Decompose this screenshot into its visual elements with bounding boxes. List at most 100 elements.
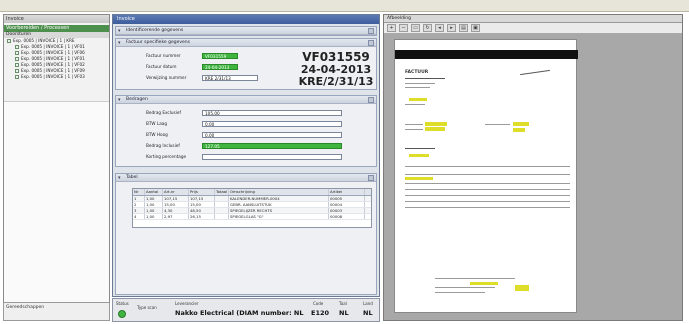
vat-high-input[interactable]: 0,00 [202, 131, 342, 138]
field-discount: Korting percentage [146, 153, 342, 160]
code-value: E120 [311, 309, 330, 317]
table-cell[interactable]: SPIEGELIJZER RECHTS [229, 208, 329, 213]
document-tree-panel: Invoice Voorbereiden / Processen Doorstu… [3, 14, 110, 314]
next-page-icon[interactable]: ▸ [447, 24, 456, 32]
section-close-icon[interactable] [368, 28, 374, 34]
table-cell[interactable]: 15,00 [189, 202, 215, 207]
table-cell[interactable]: 00008 [329, 214, 365, 219]
table-cell[interactable]: 15,00 [163, 202, 189, 207]
field-label: Bedrag Exclusief [146, 110, 181, 115]
table-cell[interactable] [215, 196, 229, 201]
table-cell[interactable]: 3 [133, 208, 145, 213]
table-cell[interactable]: 48,50 [189, 208, 215, 213]
table-body: 1 1,00 107,15 107,15 KALENDER-NUMMER-0004 000… [133, 196, 371, 220]
signature-scribble [520, 69, 550, 76]
table-row[interactable]: 4 1,00 2,97 26,15 SPIEGELGLAS "G" 00008 [133, 214, 371, 220]
table-column-header[interactable]: Aantal [145, 189, 163, 195]
discount-input[interactable] [202, 153, 342, 160]
zoom-out-icon[interactable]: − [399, 24, 408, 32]
amount-incl-input[interactable]: 127,05 [202, 142, 342, 149]
table-cell[interactable]: GEBR. AANSLUITSTUK [229, 202, 329, 207]
table-cell[interactable]: 1,00 [145, 196, 163, 201]
dialog-title: Invoice [113, 15, 379, 24]
supplier-label: Leverancier [175, 301, 199, 306]
country-value: NL [363, 309, 373, 317]
doc-line [405, 129, 423, 130]
section-identification-header[interactable]: Identificerende gegevens [116, 27, 376, 35]
table-cell[interactable]: 00005 [329, 196, 365, 201]
save-icon[interactable]: ▣ [471, 24, 480, 32]
table-cell[interactable]: 4,30 [163, 208, 189, 213]
fit-page-icon[interactable]: ▭ [411, 24, 420, 32]
vat-low-input[interactable]: 0,00 [202, 120, 342, 127]
doc-line [405, 166, 570, 167]
table-cell[interactable]: 00003 [329, 208, 365, 213]
field-invoice-date: Factuur datum 24-04-2013 [146, 63, 238, 70]
section-table-header[interactable]: Tabel [116, 174, 376, 182]
doc-line [435, 278, 515, 279]
print-icon[interactable]: ▤ [459, 24, 468, 32]
reference-number-input[interactable]: KRE 2/31/13 [202, 74, 258, 81]
table-cell[interactable]: 2 [133, 202, 145, 207]
section-close-icon[interactable] [368, 97, 374, 103]
section-invoice-header[interactable]: Factuur specifieke gegevens [116, 39, 376, 47]
previous-page-icon[interactable]: ◂ [435, 24, 444, 32]
table-cell[interactable]: SPIEGELGLAS "G" [229, 214, 329, 219]
table-cell[interactable]: 1 [133, 196, 145, 201]
tree-item[interactable]: Exp. 0005 | INVOICE | 1 | VF03 [4, 74, 109, 80]
table-column-header[interactable]: Totaal [215, 189, 229, 195]
image-preview-panel: Afbeelding + − ▭ ↻ ◂ ▸ ▤ ▣ FACTUUR [383, 14, 683, 321]
section-close-icon[interactable] [368, 175, 374, 181]
table-cell[interactable] [215, 208, 229, 213]
table-cell[interactable]: 00004 [329, 202, 365, 207]
document-icon [15, 57, 19, 61]
document-icon [7, 39, 11, 43]
scan-type-label: Type scan [137, 305, 157, 310]
document-icon [15, 69, 19, 73]
field-reference-number: Verwijzing nummer KRE 2/31/13 [146, 74, 258, 81]
invoice-number-input[interactable]: VF031559 [202, 52, 238, 59]
amount-excl-input[interactable]: 105,00 [202, 109, 342, 116]
doc-line [405, 104, 425, 105]
table-cell[interactable]: 2,97 [163, 214, 189, 219]
table-column-header[interactable]: Prijs [189, 189, 215, 195]
doc-line [405, 195, 570, 196]
table-cell[interactable]: KALENDER-NUMMER-0004 [229, 196, 329, 201]
zoom-in-icon[interactable]: + [387, 24, 396, 32]
document-icon [15, 63, 19, 67]
table-cell[interactable]: 26,15 [189, 214, 215, 219]
highlight-field [405, 177, 433, 180]
invoice-page-image: FACTUUR [394, 39, 578, 313]
section-close-icon[interactable] [368, 40, 374, 46]
doc-line [405, 83, 435, 84]
table-cell[interactable]: 4 [133, 214, 145, 219]
invoice-date-input[interactable]: 24-04-2013 [202, 63, 238, 70]
section-amounts-header[interactable]: Bedragen [116, 96, 376, 104]
language-value: NL [339, 309, 349, 317]
table-cell[interactable]: 1,00 [145, 208, 163, 213]
status-ok-icon [118, 310, 126, 318]
doc-line [405, 87, 430, 88]
table-cell[interactable]: 107,15 [163, 196, 189, 201]
section-identification[interactable]: Identificerende gegevens [115, 26, 377, 36]
table-column-header[interactable]: Omschrijving [229, 189, 329, 195]
table-cell[interactable] [215, 214, 229, 219]
table-column-header[interactable]: Artikel [329, 189, 365, 195]
preview-toolbar: + − ▭ ↻ ◂ ▸ ▤ ▣ [384, 23, 682, 34]
tree-panel-subtitle[interactable]: Voorbereiden / Processen [4, 25, 109, 32]
document-icon [15, 45, 19, 49]
document-icon [15, 51, 19, 55]
table-cell[interactable] [215, 202, 229, 207]
doc-line [405, 124, 423, 125]
tools-panel: Gereedschappen [3, 302, 110, 321]
table-cell[interactable]: 1,00 [145, 214, 163, 219]
table-column-header[interactable]: Nr [133, 189, 145, 195]
big-invoice-date: 24-04-2013 [300, 63, 372, 76]
doc-line [485, 124, 510, 125]
highlight-field [425, 127, 445, 131]
rotate-icon[interactable]: ↻ [423, 24, 432, 32]
table-column-header[interactable]: Art.nr [163, 189, 189, 195]
country-label: Land [363, 301, 373, 306]
table-cell[interactable]: 107,15 [189, 196, 215, 201]
table-cell[interactable]: 1,00 [145, 202, 163, 207]
